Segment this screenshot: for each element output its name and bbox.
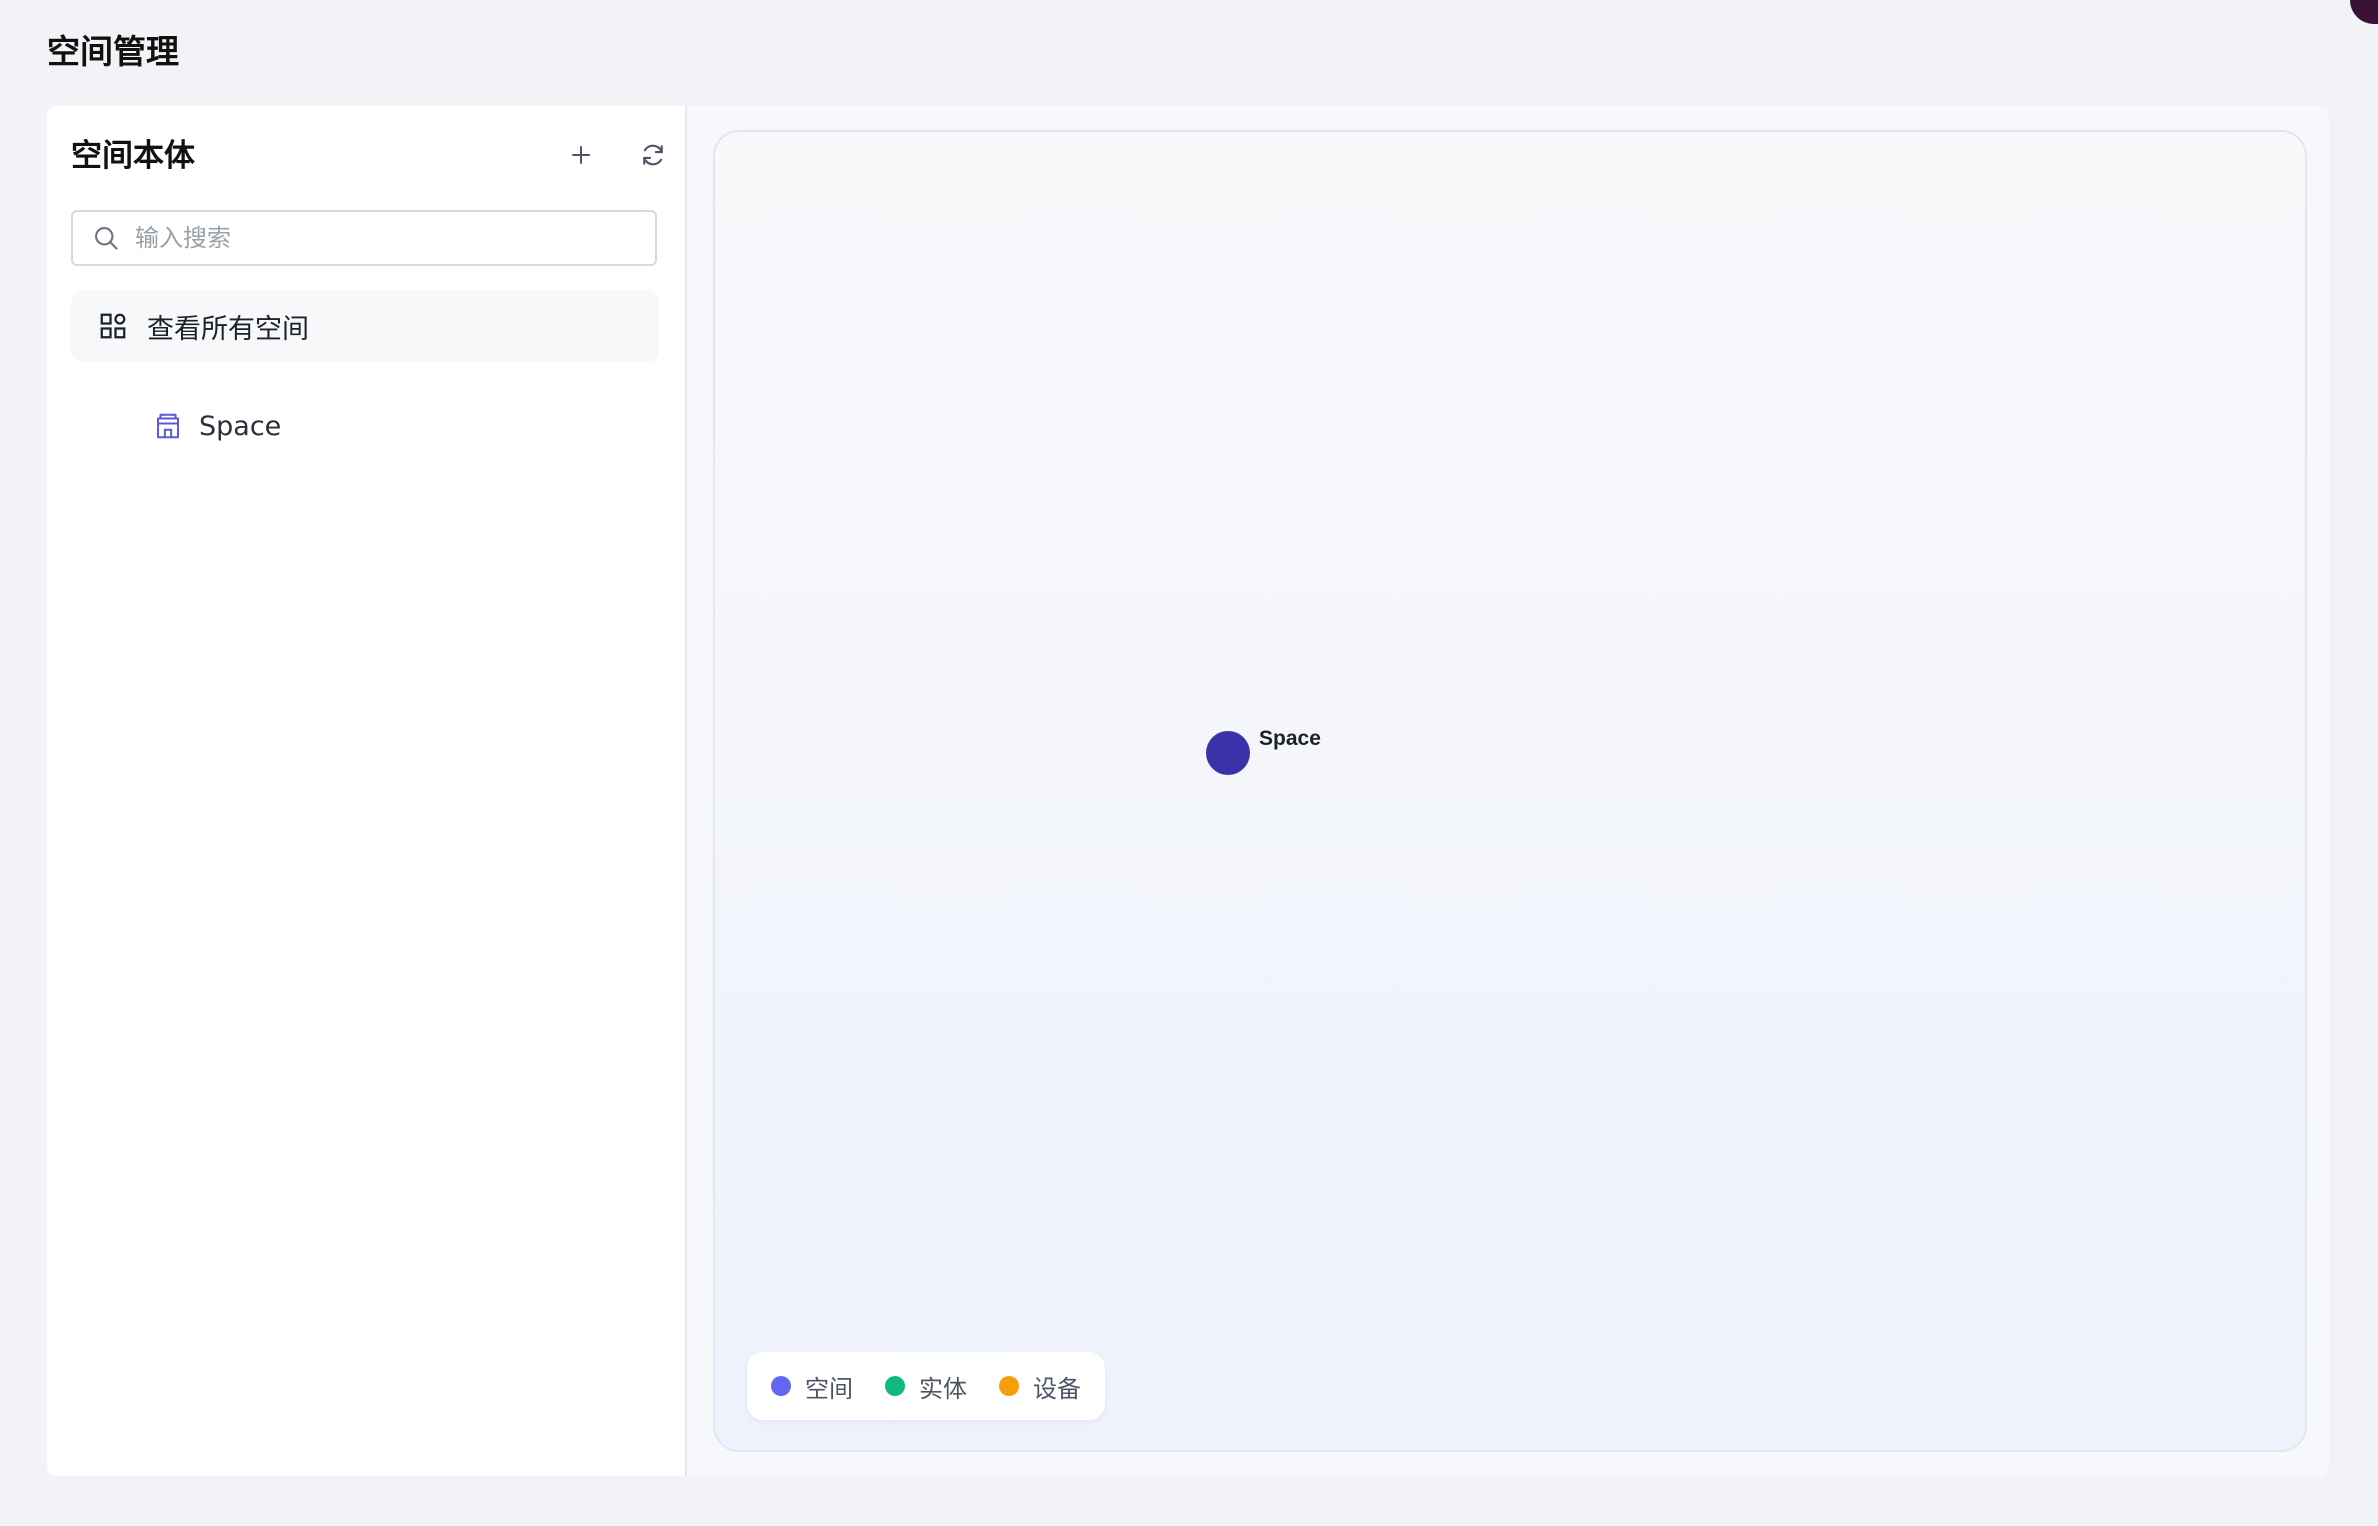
legend-label: 空间: [805, 1374, 853, 1403]
grid-icon: [97, 310, 129, 342]
search-box: [71, 210, 657, 266]
add-space-button[interactable]: [560, 136, 602, 178]
graph-svg: Space: [1206, 727, 1321, 775]
page-title: 空间管理: [47, 32, 179, 71]
graph-node-circle[interactable]: [1206, 731, 1250, 775]
content-card: 空间本体 输入搜索 查看所有空间 Space Space 空间 实体 设备: [47, 106, 2329, 1476]
app-root: 空间管理 空间本体 输入搜索 查看所有空间 Space Space 空间 实体 …: [0, 0, 2378, 1526]
sidebar: 空间本体 输入搜索 查看所有空间 Space: [47, 106, 687, 1476]
legend-item-device: 设备: [999, 1369, 1081, 1404]
refresh-button[interactable]: [632, 136, 674, 178]
legend-label: 实体: [919, 1374, 967, 1403]
graph-panel: Space 空间 实体 设备: [687, 106, 2329, 1476]
legend-item-entity: 实体: [885, 1369, 967, 1404]
graph-canvas[interactable]: Space 空间 实体 设备: [713, 130, 2307, 1452]
tree-item-space[interactable]: Space: [151, 396, 281, 456]
refresh-icon: [639, 141, 667, 173]
search-input[interactable]: [133, 223, 655, 253]
view-all-spaces-button[interactable]: 查看所有空间: [71, 290, 659, 362]
building-icon: [151, 409, 185, 443]
legend-dot-device: [999, 1376, 1019, 1396]
legend-item-space: 空间: [771, 1369, 853, 1404]
view-all-spaces-label: 查看所有空间: [147, 313, 309, 345]
graph-legend: 空间 实体 设备: [747, 1352, 1105, 1420]
plus-icon: [569, 143, 593, 171]
legend-dot-space: [771, 1376, 791, 1396]
search-icon: [91, 223, 121, 253]
window-corner-accent: [2350, 0, 2378, 24]
tree-item-label: Space: [199, 410, 282, 442]
legend-dot-entity: [885, 1376, 905, 1396]
graph-node-label: Space: [1259, 727, 1321, 750]
graph-node-space[interactable]: Space: [1206, 727, 1321, 775]
legend-label: 设备: [1033, 1374, 1081, 1403]
sidebar-title: 空间本体: [71, 138, 195, 174]
